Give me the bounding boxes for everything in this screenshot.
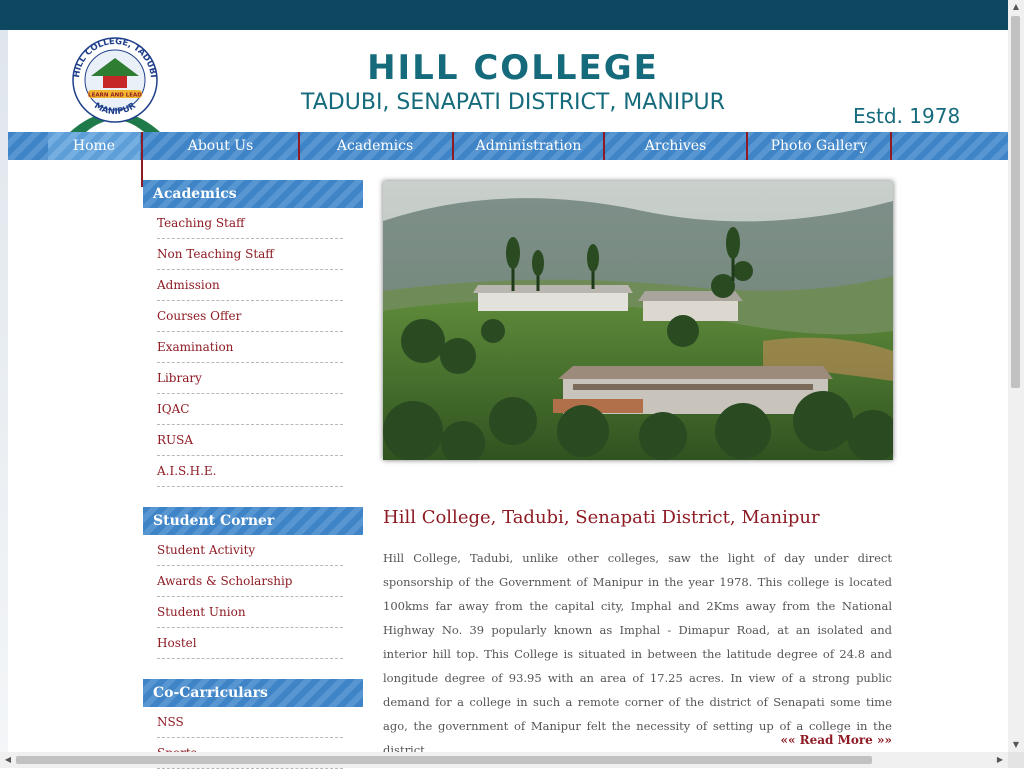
sidebar-item-hostel[interactable]: Hostel <box>157 628 343 659</box>
top-bar <box>0 0 1008 30</box>
main-nav: Home About Us Academics Administration A… <box>8 132 1008 160</box>
nav-administration[interactable]: Administration <box>454 132 605 160</box>
sidebar-item-rusa[interactable]: RUSA <box>157 425 343 456</box>
sidebar-item-examination[interactable]: Examination <box>157 332 343 363</box>
sidebar-item-library[interactable]: Library <box>157 363 343 394</box>
horizontal-scroll-thumb[interactable] <box>16 756 872 764</box>
read-more-link[interactable]: «« Read More »» <box>780 733 892 747</box>
vertical-scroll-thumb[interactable] <box>1011 16 1020 388</box>
site-title: HILL COLLEGE <box>367 48 659 88</box>
sidebar-item-nss[interactable]: NSS <box>157 707 343 738</box>
scrollbar-corner <box>1008 752 1024 768</box>
sidebar-item-student-activity[interactable]: Student Activity <box>157 535 343 566</box>
sidebar-item-iqac[interactable]: IQAC <box>157 394 343 425</box>
sidebar-co-curriculars-title: Co-Carriculars <box>143 679 363 707</box>
nav-photo-gallery[interactable]: Photo Gallery <box>748 132 892 160</box>
nav-archives[interactable]: Archives <box>605 132 748 160</box>
main-body-text: Hill College, Tadubi, unlike other colle… <box>383 551 892 757</box>
sidebar-item-admission[interactable]: Admission <box>157 270 343 301</box>
main-heading: Hill College, Tadubi, Senapati District,… <box>383 507 820 528</box>
sidebar-item-courses-offer[interactable]: Courses Offer <box>157 301 343 332</box>
page-left-edge <box>0 0 8 768</box>
scroll-up-icon[interactable]: ▲ <box>1008 0 1024 14</box>
nav-academics[interactable]: Academics <box>298 132 454 160</box>
sidebar-student-corner-title: Student Corner <box>143 507 363 535</box>
sidebar-item-aishe[interactable]: A.I.S.H.E. <box>157 456 343 487</box>
established-year: Estd. 1978 <box>853 104 961 128</box>
scroll-right-icon[interactable]: ▶ <box>993 752 1007 768</box>
sidebar-student-corner: Student Corner Student Activity Awards &… <box>143 507 363 659</box>
sidebar-item-awards-scholarship[interactable]: Awards & Scholarship <box>157 566 343 597</box>
sidebar-academics-title: Academics <box>143 180 363 208</box>
nav-about-us[interactable]: About Us <box>141 132 300 160</box>
campus-photo <box>383 181 893 460</box>
sidebar-item-teaching-staff[interactable]: Teaching Staff <box>157 208 343 239</box>
sidebar-item-student-union[interactable]: Student Union <box>157 597 343 628</box>
scroll-left-icon[interactable]: ◀ <box>1 752 15 768</box>
nav-home[interactable]: Home <box>48 132 140 160</box>
vertical-scrollbar[interactable]: ▲ ▼ <box>1008 0 1024 768</box>
sidebar-item-non-teaching-staff[interactable]: Non Teaching Staff <box>157 239 343 270</box>
horizontal-scrollbar[interactable]: ◀ ▶ <box>0 752 1008 768</box>
sidebar-academics: Academics Teaching Staff Non Teaching St… <box>143 180 363 487</box>
scroll-down-icon[interactable]: ▼ <box>1008 738 1024 752</box>
site-header: HILL COLLEGE, TADUBI MANIPUR LEARN AND L… <box>8 30 1008 132</box>
